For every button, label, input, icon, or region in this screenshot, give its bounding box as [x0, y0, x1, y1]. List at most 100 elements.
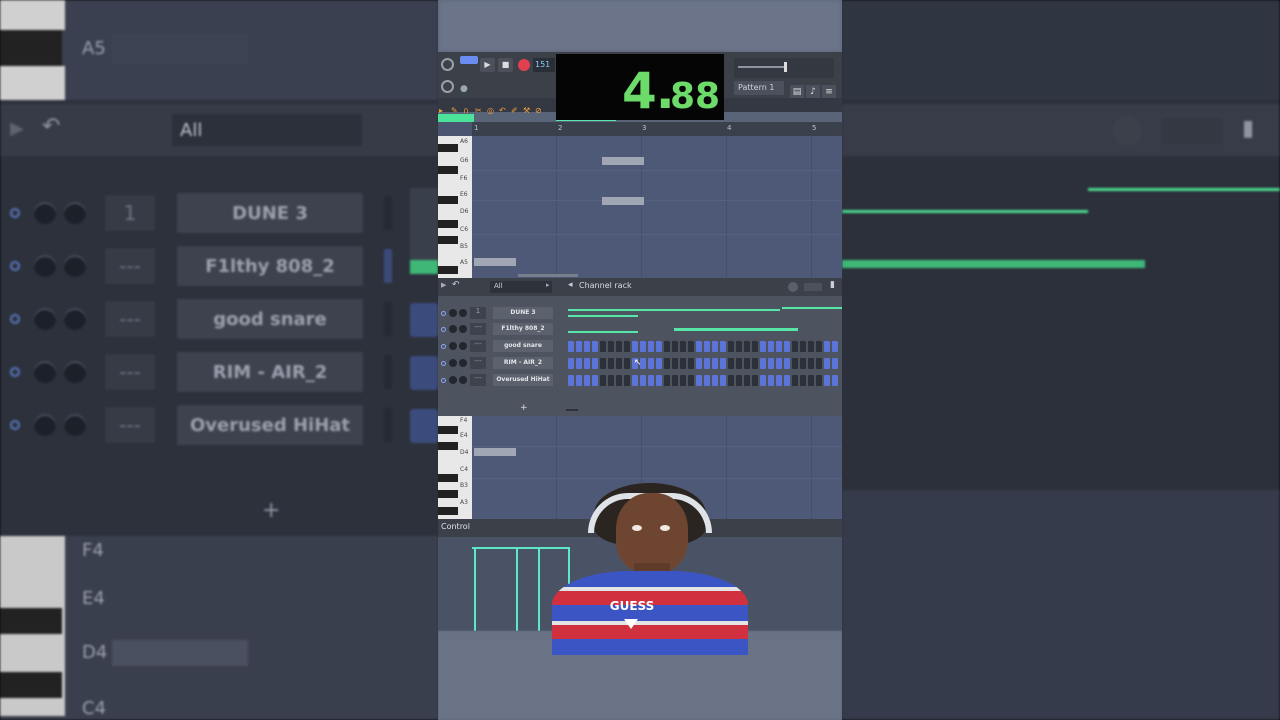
step-button[interactable] [808, 358, 814, 369]
step-button[interactable] [824, 341, 830, 352]
step-button[interactable] [752, 375, 758, 386]
note[interactable] [474, 448, 516, 456]
undo-icon[interactable]: ↶ [499, 106, 509, 116]
step-button[interactable] [680, 358, 686, 369]
step-button[interactable] [672, 358, 678, 369]
channel-led[interactable] [441, 378, 446, 383]
velocity-bar[interactable] [474, 547, 476, 631]
step-button[interactable] [720, 358, 726, 369]
playlist-icon[interactable]: ▤ [790, 85, 804, 99]
step-button[interactable] [688, 375, 694, 386]
black-key[interactable] [438, 220, 458, 228]
step-button[interactable] [752, 358, 758, 369]
step-button[interactable] [824, 375, 830, 386]
step-button[interactable] [792, 375, 798, 386]
volume-knob[interactable] [459, 309, 467, 317]
step-button[interactable] [624, 341, 630, 352]
step-button[interactable] [832, 341, 838, 352]
graph-icon[interactable]: ▮ [830, 280, 835, 290]
pan-knob[interactable] [449, 342, 457, 350]
step-button[interactable] [808, 375, 814, 386]
step-button[interactable] [680, 341, 686, 352]
step-button[interactable] [712, 375, 718, 386]
mute-icon[interactable]: ⊘ [535, 106, 545, 116]
channel-filter-select[interactable]: All [490, 281, 552, 293]
record-button[interactable] [518, 59, 530, 71]
step-button[interactable] [664, 358, 670, 369]
step-button[interactable] [752, 341, 758, 352]
slice-icon[interactable]: ⚒ [523, 106, 533, 116]
step-button[interactable] [576, 375, 582, 386]
step-button[interactable] [616, 341, 622, 352]
step-button[interactable] [736, 358, 742, 369]
step-button[interactable] [776, 375, 782, 386]
step-button[interactable] [656, 358, 662, 369]
step-button[interactable] [608, 358, 614, 369]
chevron-right-icon[interactable]: ▸ [546, 281, 550, 289]
step-button[interactable] [760, 341, 766, 352]
piano-keys[interactable]: A6 G6 F6 E6 D6 C6 B5 A5 [438, 136, 472, 278]
black-key[interactable] [438, 196, 458, 204]
pattern-song-toggle[interactable] [460, 56, 478, 64]
step-button[interactable] [576, 341, 582, 352]
step-button[interactable] [696, 358, 702, 369]
step-button[interactable] [768, 358, 774, 369]
channel-led[interactable] [441, 327, 446, 332]
step-button[interactable] [656, 375, 662, 386]
pan-knob[interactable] [449, 309, 457, 317]
volume-slider-thumb[interactable] [784, 62, 787, 72]
step-button[interactable] [776, 358, 782, 369]
black-key[interactable] [438, 474, 458, 482]
pan-knob[interactable] [449, 359, 457, 367]
step-button[interactable] [792, 358, 798, 369]
step-button[interactable] [768, 341, 774, 352]
step-button[interactable] [640, 375, 646, 386]
step-button[interactable] [744, 358, 750, 369]
swing-knob[interactable] [788, 282, 798, 292]
paint-icon[interactable]: ✐ [511, 106, 521, 116]
step-button[interactable] [832, 358, 838, 369]
black-key[interactable] [438, 490, 458, 498]
undo-icon[interactable]: ↶ [452, 280, 460, 290]
black-key[interactable] [438, 144, 458, 152]
step-button[interactable] [600, 375, 606, 386]
step-button[interactable] [672, 375, 678, 386]
menu-round-button[interactable] [441, 58, 454, 71]
metronome-icon[interactable]: ● [460, 84, 468, 94]
tempo-display[interactable]: 151 [533, 58, 555, 72]
step-button[interactable] [720, 375, 726, 386]
step-button[interactable] [584, 358, 590, 369]
step-button[interactable] [584, 375, 590, 386]
step-button[interactable] [680, 375, 686, 386]
step-button[interactable] [728, 375, 734, 386]
step-button[interactable] [648, 375, 654, 386]
note[interactable] [474, 258, 516, 266]
step-button[interactable] [568, 358, 574, 369]
step-button[interactable] [584, 341, 590, 352]
step-button[interactable] [632, 375, 638, 386]
master-volume-area[interactable] [734, 58, 834, 78]
channel-name-button[interactable]: good snare [493, 340, 553, 352]
channel-led[interactable] [441, 344, 446, 349]
mixer-track-number[interactable]: --- [470, 374, 486, 386]
step-button[interactable] [664, 375, 670, 386]
step-button[interactable] [712, 358, 718, 369]
step-button[interactable] [768, 375, 774, 386]
pan-knob[interactable] [449, 376, 457, 384]
mixer-track-number[interactable]: --- [470, 357, 486, 369]
steps-box[interactable] [804, 283, 822, 291]
note[interactable] [602, 157, 644, 165]
step-button[interactable] [800, 375, 806, 386]
note-grid[interactable] [472, 136, 842, 278]
step-button[interactable] [656, 341, 662, 352]
scissors-icon[interactable]: ✂ [475, 106, 485, 116]
step-button[interactable] [792, 341, 798, 352]
stop-button[interactable]: ■ [498, 58, 513, 72]
velocity-bar[interactable] [516, 547, 518, 631]
horizontal-scrollbar[interactable] [518, 274, 578, 277]
step-button[interactable] [712, 341, 718, 352]
step-button[interactable] [648, 358, 654, 369]
channel-name-button[interactable]: RIM - AIR_2 [493, 357, 553, 369]
pattern-selector[interactable]: Pattern 1 [734, 81, 784, 95]
step-button[interactable] [800, 358, 806, 369]
